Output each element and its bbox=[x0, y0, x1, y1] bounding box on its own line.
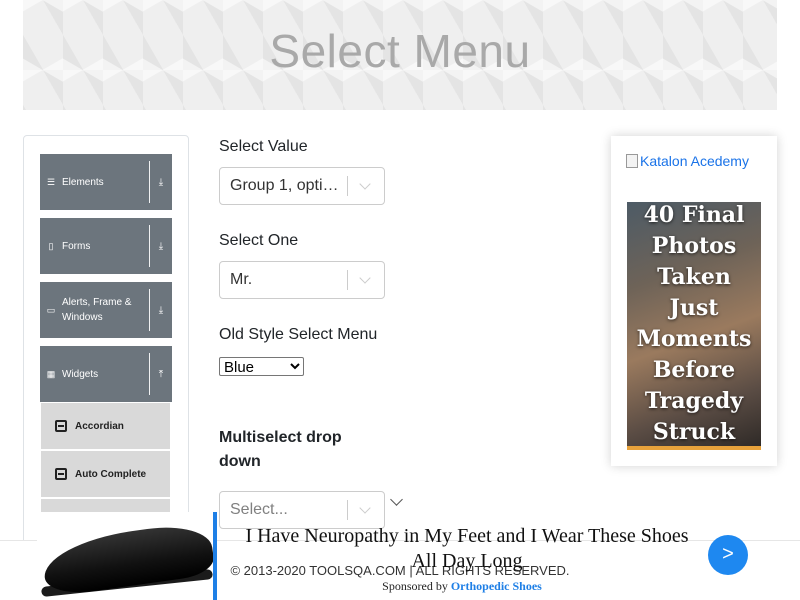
bottom-ad: I Have Neuropathy in My Feet and I Wear … bbox=[37, 512, 800, 600]
chevron-down-icon[interactable] bbox=[348, 168, 384, 204]
form-icon: ▯ bbox=[48, 240, 54, 251]
broken-image-icon bbox=[626, 154, 638, 168]
ad-headline[interactable]: I Have Neuropathy in My Feet and I Wear … bbox=[237, 524, 697, 574]
ad-image[interactable]: 40 Final Photos Taken Just Moments Befor… bbox=[627, 202, 761, 450]
sponsored-by-text: Sponsored by bbox=[382, 579, 448, 593]
page-title: Select Menu bbox=[269, 25, 531, 77]
sidebar-item-accordian[interactable]: Accordian bbox=[41, 403, 170, 449]
group-widgets[interactable]: ▦ Widgets ⤒ bbox=[40, 346, 172, 402]
group-elements[interactable]: ☰ Elements ⤓ bbox=[40, 154, 172, 210]
sidebar-item-label: Accordian bbox=[75, 420, 124, 432]
chevron-down-icon bbox=[390, 493, 403, 506]
divider bbox=[149, 161, 150, 203]
collapse-arrow-icon: ⤒ bbox=[158, 368, 164, 380]
group-label: Elements bbox=[62, 176, 104, 188]
page-banner: Select Menu bbox=[23, 0, 777, 110]
widgets-icon: ▦ bbox=[46, 368, 56, 379]
multiselect-label: Multiselect drop down bbox=[219, 429, 342, 470]
expand-arrow-icon: ⤓ bbox=[158, 304, 164, 316]
ad-image-text: 40 Final Photos Taken Just Moments Befor… bbox=[636, 202, 752, 445]
group-forms[interactable]: ▯ Forms ⤓ bbox=[40, 218, 172, 274]
old-style-select-label: Old Style Select Menu bbox=[219, 326, 378, 343]
divider bbox=[149, 353, 150, 395]
group-label: Forms bbox=[62, 240, 91, 252]
select-value-label: Select Value bbox=[219, 138, 308, 155]
select-one-label: Select One bbox=[219, 232, 299, 249]
list-icon: ☰ bbox=[46, 176, 56, 187]
item-icon bbox=[55, 468, 67, 480]
group-label: Alerts, Frame & Windows bbox=[62, 297, 132, 323]
sidebar-item-label: Auto Complete bbox=[75, 468, 147, 480]
next-arrow-button[interactable]: > bbox=[708, 535, 748, 575]
select-value-dropdown[interactable]: Group 1, option 1 bbox=[219, 167, 385, 205]
group-label: Widgets bbox=[62, 368, 99, 380]
expand-arrow-icon: ⤓ bbox=[158, 176, 164, 188]
shoe-image[interactable] bbox=[37, 512, 217, 600]
sponsor-link[interactable]: Orthopedic Shoes bbox=[451, 579, 542, 593]
item-icon bbox=[55, 420, 67, 432]
ad-link[interactable]: Katalon Acedemy bbox=[626, 153, 749, 169]
select-one-dropdown[interactable]: Mr. bbox=[219, 261, 385, 299]
ad-sponsor-line: Sponsored by Orthopedic Shoes bbox=[237, 579, 687, 594]
expand-arrow-icon: ⤓ bbox=[158, 240, 164, 252]
shoe-body bbox=[40, 520, 213, 598]
sidebar-item-auto-complete[interactable]: Auto Complete bbox=[41, 451, 170, 497]
divider bbox=[149, 225, 150, 267]
group-alerts-frame-windows[interactable]: ▭ Alerts, Frame & Windows ⤓ bbox=[40, 282, 172, 338]
window-icon: ▭ bbox=[46, 304, 56, 315]
divider bbox=[149, 289, 150, 331]
chevron-down-icon[interactable] bbox=[348, 262, 384, 298]
select-one-current: Mr. bbox=[230, 271, 253, 288]
old-style-select[interactable]: Blue bbox=[219, 357, 304, 376]
ad-link-text: Katalon Acedemy bbox=[640, 153, 749, 169]
select-value-current: Group 1, option 1 bbox=[230, 177, 347, 194]
